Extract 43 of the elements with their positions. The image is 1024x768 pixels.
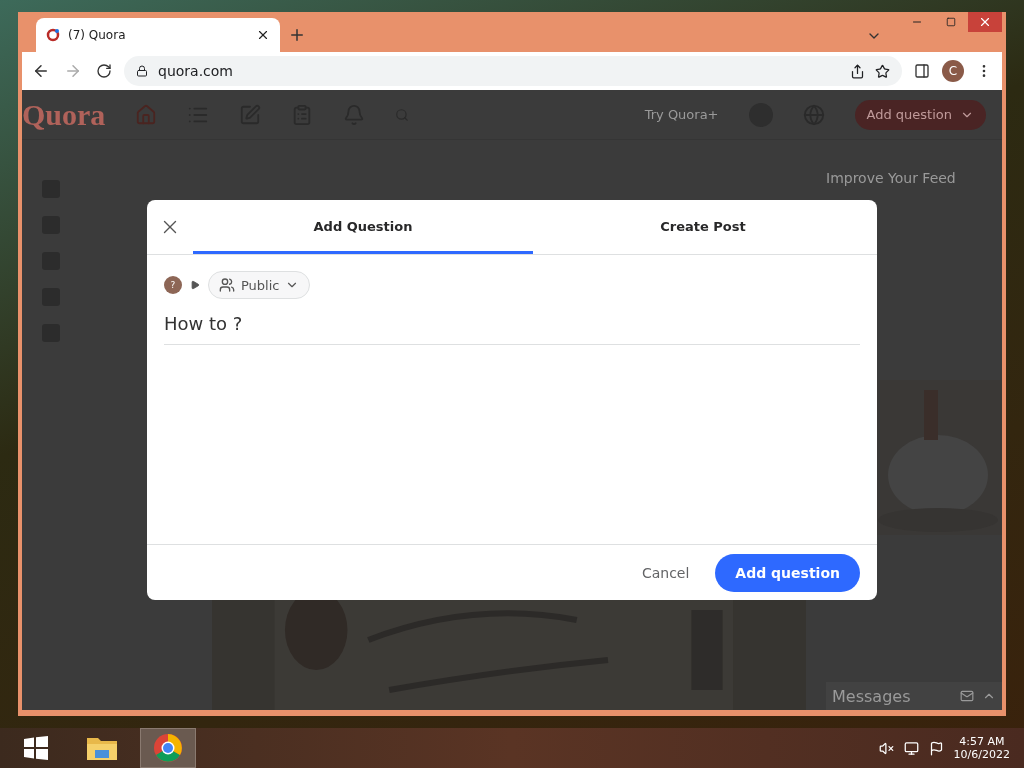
feed-title: Improve Your Feed	[826, 170, 957, 186]
browser-tab[interactable]: (7) Quora	[36, 18, 280, 52]
windows-logo-icon	[23, 735, 49, 761]
time-text: 4:57 AM	[959, 735, 1005, 748]
modal-tab[interactable]: Create Post	[533, 200, 873, 254]
audience-dropdown[interactable]: Public	[208, 271, 311, 299]
close-icon	[978, 15, 992, 29]
play-icon[interactable]	[190, 280, 200, 290]
close-icon[interactable]	[256, 28, 270, 42]
network-icon[interactable]	[903, 740, 919, 756]
address-bar[interactable]: quora.com	[124, 56, 902, 86]
flag-icon[interactable]	[928, 740, 944, 756]
cancel-button[interactable]: Cancel	[635, 563, 696, 582]
browser-taskbar-button[interactable]	[140, 728, 196, 768]
tab-title: (7) Quora	[68, 28, 127, 42]
side-panel-icon	[914, 63, 930, 79]
profile-avatar[interactable]: C	[942, 60, 964, 82]
try-quora-link[interactable]: Try Quora+	[644, 107, 719, 122]
side-panel-button[interactable]	[912, 61, 932, 81]
share-icon[interactable]	[850, 63, 865, 79]
plus-icon	[288, 26, 306, 44]
people-icon	[219, 277, 235, 293]
reload-icon	[96, 63, 112, 79]
quora-tab-icon	[46, 28, 60, 42]
modal-tab[interactable]: Add Question	[193, 200, 533, 254]
mail-icon	[960, 689, 974, 703]
url-text: quora.com	[158, 63, 233, 79]
add-question-button[interactable]: Add question	[854, 99, 986, 130]
question-field[interactable]: How to ?	[164, 307, 860, 345]
lock-icon	[136, 65, 148, 77]
messages-bar[interactable]: Messages	[826, 682, 1002, 710]
close-button[interactable]	[968, 12, 1002, 32]
volume-muted-icon[interactable]	[878, 740, 894, 756]
star-icon[interactable]	[875, 63, 890, 79]
user-avatar: ?	[164, 276, 182, 294]
reload-button[interactable]	[94, 61, 114, 81]
chrome-icon	[153, 733, 183, 763]
clock[interactable]: 4:57 AM 10/6/2022	[953, 735, 1010, 761]
date-text: 10/6/2022	[953, 748, 1010, 761]
maximize-icon	[946, 17, 956, 27]
forward-arrow-icon	[64, 62, 82, 80]
messages-label: Messages	[832, 686, 911, 706]
add-question-button[interactable]: Add question	[715, 553, 860, 592]
